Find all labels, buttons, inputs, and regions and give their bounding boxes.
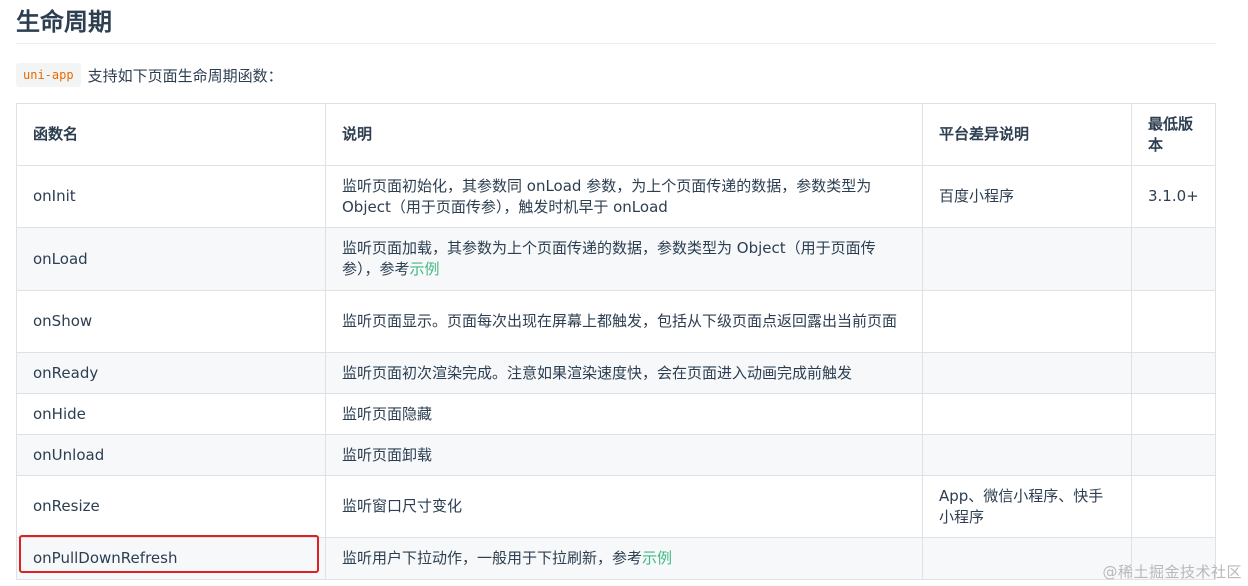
description-text: 监听页面卸载 — [342, 445, 433, 464]
min-version — [1131, 290, 1216, 353]
table-row: onReady 监听页面初次渲染完成。注意如果渲染速度快，会在页面进入动画完成前… — [16, 352, 1216, 394]
function-description: 监听用户下拉动作，一般用于下拉刷新，参考示例 — [325, 537, 923, 580]
function-name: onUnload — [16, 434, 326, 476]
description-text: 监听页面隐藏 — [342, 404, 433, 423]
min-version — [1131, 475, 1216, 538]
table-row: onInit 监听页面初始化，其参数同 onLoad 参数，为上个页面传递的数据… — [16, 165, 1216, 228]
table-row: onUnload 监听页面卸载 — [16, 434, 1216, 476]
header-description: 说明 — [325, 103, 923, 166]
table-row: onHide 监听页面隐藏 — [16, 393, 1216, 435]
function-name: onHide — [16, 393, 326, 435]
platform-notes — [922, 290, 1132, 353]
min-version — [1131, 434, 1216, 476]
function-name: onInit — [16, 165, 326, 228]
function-description: 监听页面初次渲染完成。注意如果渲染速度快，会在页面进入动画完成前触发 — [325, 352, 923, 394]
platform-notes — [922, 434, 1132, 476]
page-title: 生命周期 — [16, 8, 112, 36]
header-min-version: 最低版本 — [1131, 103, 1216, 166]
intro-paragraph: uni-app 支持如下页面生命周期函数： — [16, 62, 283, 88]
platform-notes: App、微信小程序、快手小程序 — [922, 475, 1132, 538]
table-row: onLoad 监听页面加载，其参数为上个页面传递的数据，参数类型为 Object… — [16, 227, 1216, 291]
min-version — [1131, 227, 1216, 291]
function-description: 监听页面显示。页面每次出现在屏幕上都触发，包括从下级页面点返回露出当前页面 — [325, 290, 923, 353]
function-name: onShow — [16, 290, 326, 353]
lifecycle-table: 函数名 说明 平台差异说明 最低版本 onInit 监听页面初始化，其参数同 o… — [16, 103, 1216, 580]
header-function-name: 函数名 — [16, 103, 326, 166]
description-text: 监听用户下拉动作，一般用于下拉刷新，参考 — [342, 549, 643, 567]
function-description: 监听页面初始化，其参数同 onLoad 参数，为上个页面传递的数据，参数类型为 … — [325, 165, 923, 228]
watermark-text: @稀土掘金技术社区 — [1102, 563, 1242, 581]
platform-notes — [922, 352, 1132, 394]
min-version — [1131, 352, 1216, 394]
platform-notes — [922, 393, 1132, 435]
function-description: 监听页面隐藏 — [325, 393, 923, 435]
intro-text: 支持如下页面生命周期函数： — [87, 66, 283, 85]
inline-code-uni-app: uni-app — [16, 63, 81, 87]
min-version: 3.1.0+ — [1131, 165, 1216, 228]
title-divider — [16, 43, 1216, 44]
description-text: 监听页面显示。页面每次出现在屏幕上都触发，包括从下级页面点返回露出当前页面 — [342, 312, 898, 330]
example-link[interactable]: 示例 — [410, 260, 440, 278]
function-name: onReady — [16, 352, 326, 394]
description-text: 监听页面初始化，其参数同 onLoad 参数，为上个页面传递的数据，参数类型为 … — [342, 176, 872, 216]
function-description: 监听页面卸载 — [325, 434, 923, 476]
min-version — [1131, 393, 1216, 435]
function-name: onResize — [16, 475, 326, 538]
function-description: 监听页面加载，其参数为上个页面传递的数据，参数类型为 Object（用于页面传参… — [325, 227, 923, 291]
highlight-annotation-box — [19, 535, 319, 573]
header-platform-notes: 平台差异说明 — [922, 103, 1132, 166]
function-description: 监听窗口尺寸变化 — [325, 475, 923, 538]
platform-notes — [922, 537, 1132, 580]
description-text: 监听页面初次渲染完成。注意如果渲染速度快，会在页面进入动画完成前触发 — [342, 363, 853, 382]
platform-notes — [922, 227, 1132, 291]
platform-notes: 百度小程序 — [922, 165, 1132, 228]
example-link[interactable]: 示例 — [642, 549, 672, 567]
table-row: onResize 监听窗口尺寸变化 App、微信小程序、快手小程序 — [16, 475, 1216, 538]
table-header-row: 函数名 说明 平台差异说明 最低版本 — [16, 103, 1216, 166]
description-text: 监听窗口尺寸变化 — [342, 497, 463, 515]
table-row: onShow 监听页面显示。页面每次出现在屏幕上都触发，包括从下级页面点返回露出… — [16, 290, 1216, 353]
function-name: onLoad — [16, 227, 326, 291]
